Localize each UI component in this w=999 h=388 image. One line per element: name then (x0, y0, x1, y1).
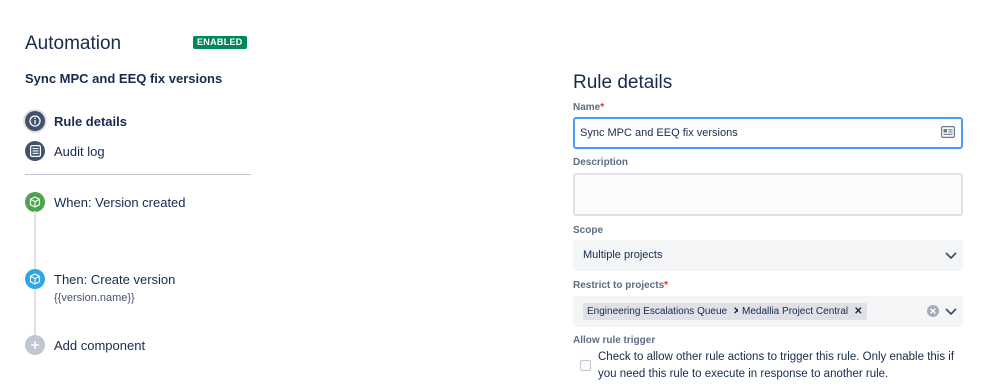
trigger-label: When: Version created (54, 194, 186, 210)
action-label: Then: Create version (54, 271, 176, 287)
project-tag-label: Medallia Project Central (742, 306, 849, 317)
restrict-label: Restrict to projects* (573, 280, 668, 291)
page-title: Automation (25, 33, 122, 54)
description-label: Description (573, 157, 629, 168)
plus-icon (25, 335, 45, 355)
component-action[interactable]: Then: Create version (25, 269, 175, 289)
name-input[interactable]: Sync MPC and EEQ fix versions (573, 117, 963, 149)
description-textarea[interactable] (573, 173, 963, 216)
list-icon (25, 141, 45, 161)
remove-tag-icon[interactable]: ✕ (854, 303, 862, 320)
nav-item-rule-details[interactable]: Rule details (25, 111, 127, 131)
nav-item-audit-log[interactable]: Audit log (25, 141, 105, 161)
name-label: Name* (573, 102, 604, 113)
scope-label: Scope (573, 225, 604, 236)
contact-card-icon[interactable] (941, 126, 955, 138)
section-title: Rule details (573, 72, 673, 93)
chevron-down-icon (945, 252, 957, 259)
chevron-down-icon (945, 308, 957, 315)
rule-name: Sync MPC and EEQ fix versions (25, 71, 223, 86)
nav-label-audit-log: Audit log (54, 143, 105, 159)
required-marker: * (664, 280, 669, 291)
allow-trigger-description: Check to allow other rule actions to tri… (598, 351, 955, 380)
status-badge: ENABLED (193, 36, 247, 49)
component-trigger[interactable]: When: Version created (25, 192, 186, 212)
restrict-label-text: Restrict to projects (573, 280, 665, 291)
allow-trigger-label: Allow rule trigger (573, 335, 656, 346)
project-tag: Engineering Escalations Queue ✕ (583, 303, 746, 320)
nav-label-rule-details: Rule details (54, 113, 127, 129)
allow-trigger-checkbox[interactable] (580, 360, 591, 371)
project-tag: Medallia Project Central ✕ (738, 303, 867, 320)
scope-value: Multiple projects (583, 249, 663, 261)
name-label-text: Name (573, 102, 601, 113)
restrict-projects-select[interactable]: Engineering Escalations Queue ✕ Medallia… (573, 296, 963, 327)
add-component-label: Add component (54, 337, 146, 353)
scope-select[interactable]: Multiple projects (573, 240, 963, 271)
project-tag-label: Engineering Escalations Queue (587, 306, 728, 317)
action-detail: {{version.name}} (54, 292, 135, 304)
divider (25, 174, 251, 175)
timeline-connector (34, 289, 36, 335)
add-component-button[interactable]: Add component (25, 335, 145, 355)
info-icon (25, 111, 45, 131)
timeline-connector (34, 211, 36, 271)
required-marker: * (600, 102, 605, 113)
cube-icon (25, 192, 45, 212)
clear-icon[interactable] (927, 305, 939, 317)
cube-icon (25, 269, 45, 289)
